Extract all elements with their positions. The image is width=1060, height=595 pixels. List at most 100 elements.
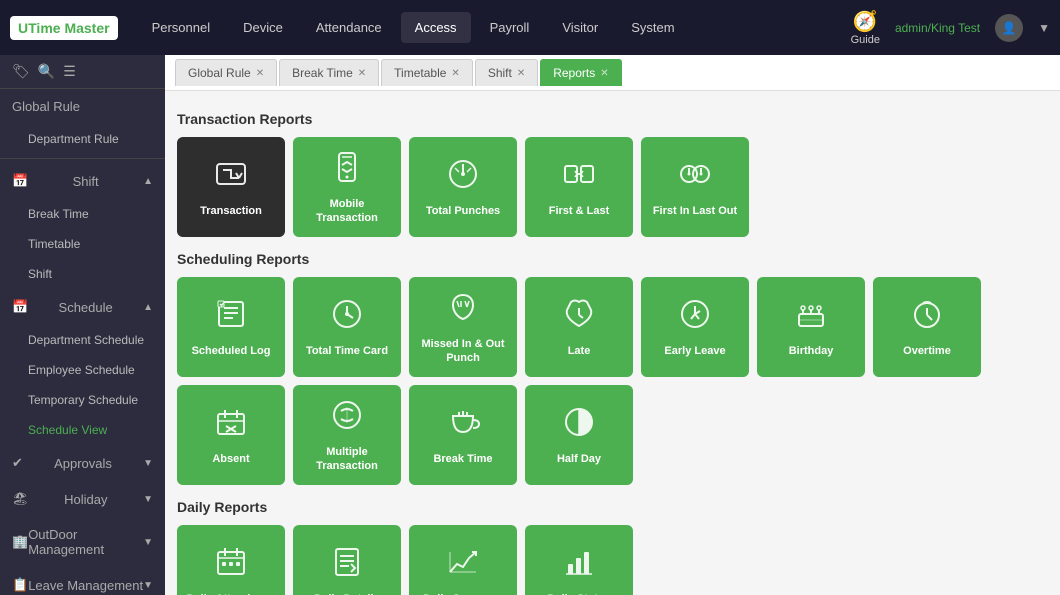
tab-timetable[interactable]: Timetable ✕ [381,59,473,86]
mobile-transaction-icon [329,149,365,192]
card-transaction[interactable]: Transaction [177,137,285,237]
search-icon[interactable]: 🔍 [38,63,55,80]
sidebar-item-timetable[interactable]: Timetable [0,229,165,259]
sidebar-item-shift[interactable]: 📅 Shift ▲ [0,163,165,199]
sidebar-item-schedule-view[interactable]: Schedule View [0,415,165,445]
card-multiple-transaction[interactable]: Multiple Transaction [293,385,401,485]
late-label: Late [568,345,591,358]
tab-timetable-label: Timetable [394,66,446,80]
close-shift-icon[interactable]: ✕ [517,68,525,79]
scheduling-report-grid: Scheduled Log Total Time Card [177,277,1048,485]
sidebar-item-global-rule[interactable]: Global Rule [0,89,165,124]
outdoor-label: OutDoor Management [28,527,143,557]
user-info: admin/King Test [895,21,980,35]
daily-summary-icon [445,544,481,587]
card-birthday[interactable]: Birthday [757,277,865,377]
chevron-down-icon[interactable]: ▼ [1038,21,1050,35]
sidebar-item-employee-schedule[interactable]: Employee Schedule [0,355,165,385]
tab-break-time[interactable]: Break Time ✕ [279,59,379,86]
nav-visitor[interactable]: Visitor [548,12,612,43]
tab-global-rule[interactable]: Global Rule ✕ [175,59,277,86]
card-half-day[interactable]: Half Day [525,385,633,485]
close-global-rule-icon[interactable]: ✕ [256,68,264,79]
close-break-time-icon[interactable]: ✕ [358,68,366,79]
sidebar-item-outdoor[interactable]: 🏢 OutDoor Management ▼ [0,517,165,567]
card-daily-details[interactable]: Daily Details [293,525,401,595]
logo-rest: Time Master [28,20,109,36]
app-logo[interactable]: UTime Master [10,16,118,40]
menu-icon[interactable]: ☰ [63,63,76,80]
leave-icon: 📋 [12,577,28,593]
transaction-report-grid: Transaction Mobile Transa [177,137,1048,237]
total-time-card-label: Total Time Card [306,345,388,358]
sidebar-item-temporary-schedule[interactable]: Temporary Schedule [0,385,165,415]
card-missed-in-out[interactable]: Missed In & Out Punch [409,277,517,377]
card-early-leave[interactable]: Early Leave [641,277,749,377]
nav-device[interactable]: Device [229,12,297,43]
transaction-label: Transaction [200,205,262,218]
close-reports-icon[interactable]: ✕ [600,68,608,79]
tab-global-rule-label: Global Rule [188,66,251,80]
card-absent[interactable]: Absent [177,385,285,485]
holiday-label: Holiday [64,492,107,507]
nav-payroll[interactable]: Payroll [476,12,544,43]
sidebar-item-holiday[interactable]: 🏖 Holiday ▼ [0,481,165,517]
break-time-icon [445,404,481,447]
sidebar-item-break-time[interactable]: Break Time [0,199,165,229]
nav-attendance[interactable]: Attendance [302,12,396,43]
tab-reports[interactable]: Reports ✕ [540,59,621,86]
close-timetable-icon[interactable]: ✕ [451,68,459,79]
card-total-time-card[interactable]: Total Time Card [293,277,401,377]
global-rule-label: Global Rule [12,99,80,114]
sidebar-item-department-schedule[interactable]: Department Schedule [0,325,165,355]
daily-details-icon [329,544,365,587]
card-first-last[interactable]: First & Last [525,137,633,237]
nav-personnel[interactable]: Personnel [138,12,225,43]
card-break-time[interactable]: Break Time [409,385,517,485]
user-name: admin/King Test [895,21,980,35]
first-in-last-out-label: First In Last Out [653,205,737,218]
overtime-label: Overtime [903,345,951,358]
missed-in-out-label: Missed In & Out Punch [417,338,509,364]
holiday-icon: 🏖 [12,491,29,507]
sidebar-item-leave[interactable]: 📋 Leave Management ▼ [0,567,165,595]
card-daily-attendance[interactable]: Daily Attendance [177,525,285,595]
sidebar-item-shift[interactable]: Shift [0,259,165,289]
user-avatar[interactable]: 👤 [995,14,1023,42]
card-scheduled-log[interactable]: Scheduled Log [177,277,285,377]
shift-icon: 📅 [12,173,28,189]
divider [0,158,165,159]
scheduling-reports-title: Scheduling Reports [177,251,1048,267]
card-total-punches[interactable]: Total Punches [409,137,517,237]
sidebar: 🏷 🔍 ☰ Global Rule Department Rule 📅 Shif… [0,55,165,595]
card-first-in-last-out[interactable]: First In Last Out [641,137,749,237]
nav-system[interactable]: System [617,12,688,43]
chevron-approvals-icon: ▼ [143,458,153,469]
sidebar-item-schedule[interactable]: 📅 Schedule ▲ [0,289,165,325]
tag-icon[interactable]: 🏷 [12,63,30,80]
chevron-outdoor-icon: ▼ [143,537,153,548]
early-leave-icon [677,296,713,339]
daily-report-grid: Daily Attendance Daily De [177,525,1048,595]
card-overtime[interactable]: Overtime [873,277,981,377]
sidebar-item-department-rule[interactable]: Department Rule [0,124,165,154]
card-late[interactable]: Late [525,277,633,377]
schedule-label: Schedule [59,300,113,315]
guide-button[interactable]: 🧭 Guide [851,9,880,46]
outdoor-icon: 🏢 [12,534,28,550]
card-mobile-transaction[interactable]: Mobile Transaction [293,137,401,237]
card-daily-status[interactable]: Daily Status [525,525,633,595]
absent-label: Absent [212,453,249,466]
chevron-holiday-icon: ▼ [143,494,153,505]
tab-shift[interactable]: Shift ✕ [475,59,538,86]
content-inner: Transaction Reports Transaction [165,91,1060,595]
multiple-transaction-label: Multiple Transaction [301,446,393,472]
daily-reports-title: Daily Reports [177,499,1048,515]
schedule-icon: 📅 [12,299,28,315]
logo-u: U [18,20,28,36]
nav-access[interactable]: Access [401,12,471,43]
sidebar-top-icons: 🏷 🔍 ☰ [0,55,165,89]
mobile-transaction-label: Mobile Transaction [301,198,393,224]
card-daily-summary[interactable]: Daily Summary [409,525,517,595]
sidebar-item-approvals[interactable]: ✔ Approvals ▼ [0,445,165,481]
